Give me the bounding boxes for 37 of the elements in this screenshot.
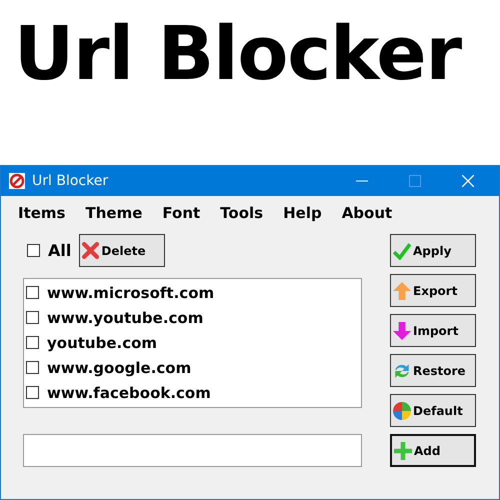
checkbox[interactable] bbox=[26, 336, 39, 349]
check-icon bbox=[393, 242, 411, 260]
action-button[interactable]: Default bbox=[390, 394, 476, 427]
delete-button[interactable]: Delete bbox=[79, 234, 166, 267]
down-arrow-icon bbox=[393, 322, 411, 340]
action-button[interactable]: Apply bbox=[390, 234, 476, 267]
plus-icon bbox=[394, 442, 412, 460]
url-item[interactable]: www.microsoft.com bbox=[47, 284, 214, 302]
url-item[interactable]: www.facebook.com bbox=[47, 384, 211, 402]
action-button[interactable]: Add bbox=[390, 434, 476, 467]
close-icon[interactable] bbox=[462, 175, 474, 187]
action-button[interactable]: Export bbox=[390, 274, 476, 307]
url-item[interactable]: www.google.com bbox=[47, 358, 192, 376]
action-button[interactable]: Restore bbox=[390, 354, 476, 387]
checkbox[interactable] bbox=[26, 361, 39, 374]
action-button[interactable]: Import bbox=[390, 314, 476, 347]
menu-item[interactable]: Items bbox=[18, 204, 66, 230]
menu-item[interactable]: Tools bbox=[220, 204, 264, 230]
color-ball-icon bbox=[393, 402, 411, 420]
checkbox[interactable] bbox=[27, 244, 40, 257]
menu-item[interactable]: Font bbox=[162, 204, 200, 230]
url-item[interactable]: www.youtube.com bbox=[47, 308, 204, 326]
menu-item[interactable]: Theme bbox=[85, 204, 142, 230]
window-title: Url Blocker bbox=[32, 173, 108, 189]
checkbox[interactable] bbox=[26, 386, 39, 399]
url-item[interactable]: youtube.com bbox=[47, 334, 158, 352]
url-input-field[interactable] bbox=[23, 434, 362, 467]
cross-icon bbox=[82, 242, 100, 259]
up-arrow-icon bbox=[393, 282, 411, 300]
menu-item[interactable]: About bbox=[342, 204, 392, 230]
checkbox-label: All bbox=[48, 241, 72, 260]
checkbox[interactable] bbox=[26, 286, 39, 299]
app-heading: Url Blocker bbox=[13, 10, 463, 99]
menu-item[interactable]: Help bbox=[283, 204, 322, 230]
no-entry-icon bbox=[9, 173, 25, 189]
refresh-icon bbox=[393, 362, 411, 380]
checkbox[interactable] bbox=[26, 311, 39, 324]
